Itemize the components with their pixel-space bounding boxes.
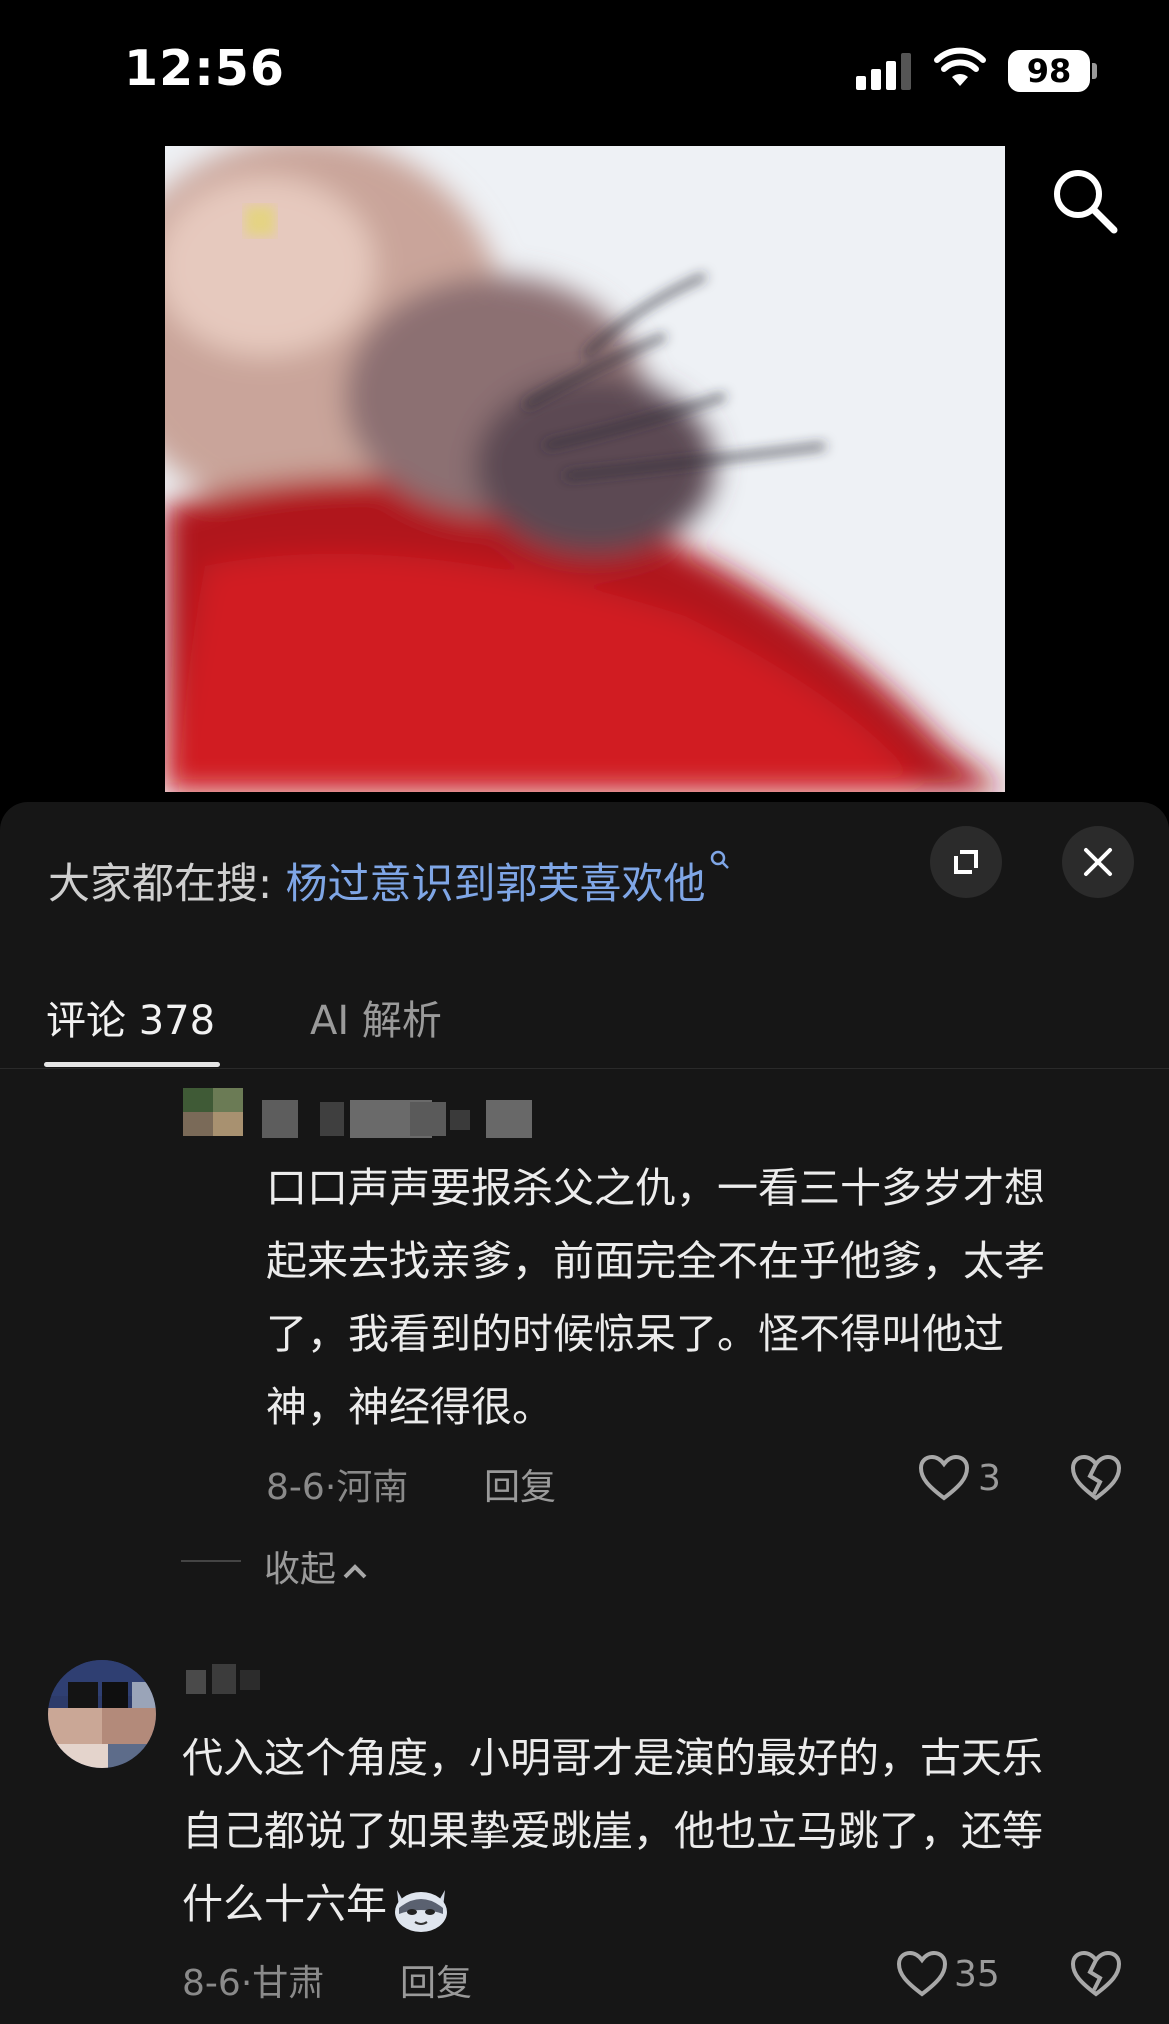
comment-line: 口口声声要报杀父之仇，一看三十多岁才想 (266, 1164, 1045, 1212)
status-time: 12:56 (124, 40, 285, 97)
meta-dot: · (324, 1467, 337, 1508)
signal-icon (856, 53, 911, 90)
expand-icon (954, 850, 978, 874)
comment-date: 8-6 (182, 1963, 241, 2004)
comment-tabs: 评论 378 AI 解析 (0, 962, 1169, 1069)
chevron-up-icon (343, 1564, 367, 1579)
collapse-replies-button[interactable]: 收起 (264, 1540, 368, 1592)
like-count: 3 (978, 1458, 1001, 1499)
comment-location: 河南 (336, 1467, 409, 1508)
search-icon[interactable] (1050, 166, 1120, 236)
active-tab-indicator (44, 1062, 220, 1067)
close-button[interactable] (1062, 826, 1134, 898)
heart-icon[interactable] (918, 1454, 970, 1502)
meta-dot: · (240, 1963, 253, 2004)
comment-meta: 8-6·河南 (266, 1458, 408, 1510)
broken-heart-icon[interactable] (1070, 1950, 1122, 1998)
avatar[interactable] (183, 1088, 243, 1136)
collapse-label: 收起 (264, 1549, 337, 1590)
comment-body: 代入这个角度，小明哥才是演的最好的，古天乐 自己都说了如果挚爱跳崖，他也立马跳了… (182, 1722, 1122, 1941)
expand-button[interactable] (930, 826, 1002, 898)
video-player[interactable] (165, 146, 1005, 792)
username-redacted (410, 1100, 540, 1138)
reply-button[interactable]: 回复 (484, 1458, 556, 1510)
sticker-icon (395, 1890, 447, 1932)
tab-ai-analysis[interactable]: AI 解析 (310, 988, 442, 1046)
like-count: 35 (954, 1954, 1000, 1995)
comment-meta: 8-6·甘肃 (182, 1954, 324, 2006)
trending-search[interactable]: 大家都在搜: 杨过意识到郭芙喜欢他 (48, 850, 730, 911)
comment-line: 了，我看到的时候惊呆了。怪不得叫他过 (266, 1310, 1004, 1358)
trending-prefix: 大家都在搜: (48, 859, 286, 908)
comment-line: 起来去找亲爹，前面完全不在乎他爹，太孝 (266, 1237, 1045, 1285)
comment-line: 自己都说了如果挚爱跳崖，他也立马跳了，还等 (182, 1807, 1043, 1855)
comment-line: 什么十六年 (182, 1880, 387, 1928)
heart-icon[interactable] (896, 1950, 948, 1998)
username-redacted[interactable] (186, 1664, 262, 1694)
comment-line: 神，神经得很。 (266, 1383, 553, 1431)
comment-line: 代入这个角度，小明哥才是演的最好的，古天乐 (182, 1734, 1043, 1782)
avatar[interactable] (48, 1660, 156, 1768)
comment-date: 8-6 (266, 1467, 325, 1508)
small-search-icon (710, 850, 729, 869)
broken-heart-icon[interactable] (1070, 1454, 1122, 1502)
reply-button[interactable]: 回复 (400, 1954, 472, 2006)
collapse-divider (181, 1560, 241, 1562)
trending-query-link[interactable]: 杨过意识到郭芙喜欢他 (286, 859, 706, 908)
battery-indicator: 98 (1008, 50, 1090, 92)
battery-tip (1092, 63, 1097, 79)
comment-body: 口口声声要报杀父之仇，一看三十多岁才想 起来去找亲爹，前面完全不在乎他爹，太孝 … (266, 1152, 1126, 1444)
tab-comments[interactable]: 评论 378 (46, 988, 215, 1046)
comment-line-with-sticker: 什么十六年 (182, 1868, 1122, 1941)
status-bar: 12:56 98 (0, 0, 1169, 140)
comment-location: 甘肃 (252, 1963, 325, 2004)
wifi-icon (934, 47, 986, 86)
close-icon (1084, 848, 1112, 876)
video-frame-image (165, 146, 1005, 792)
